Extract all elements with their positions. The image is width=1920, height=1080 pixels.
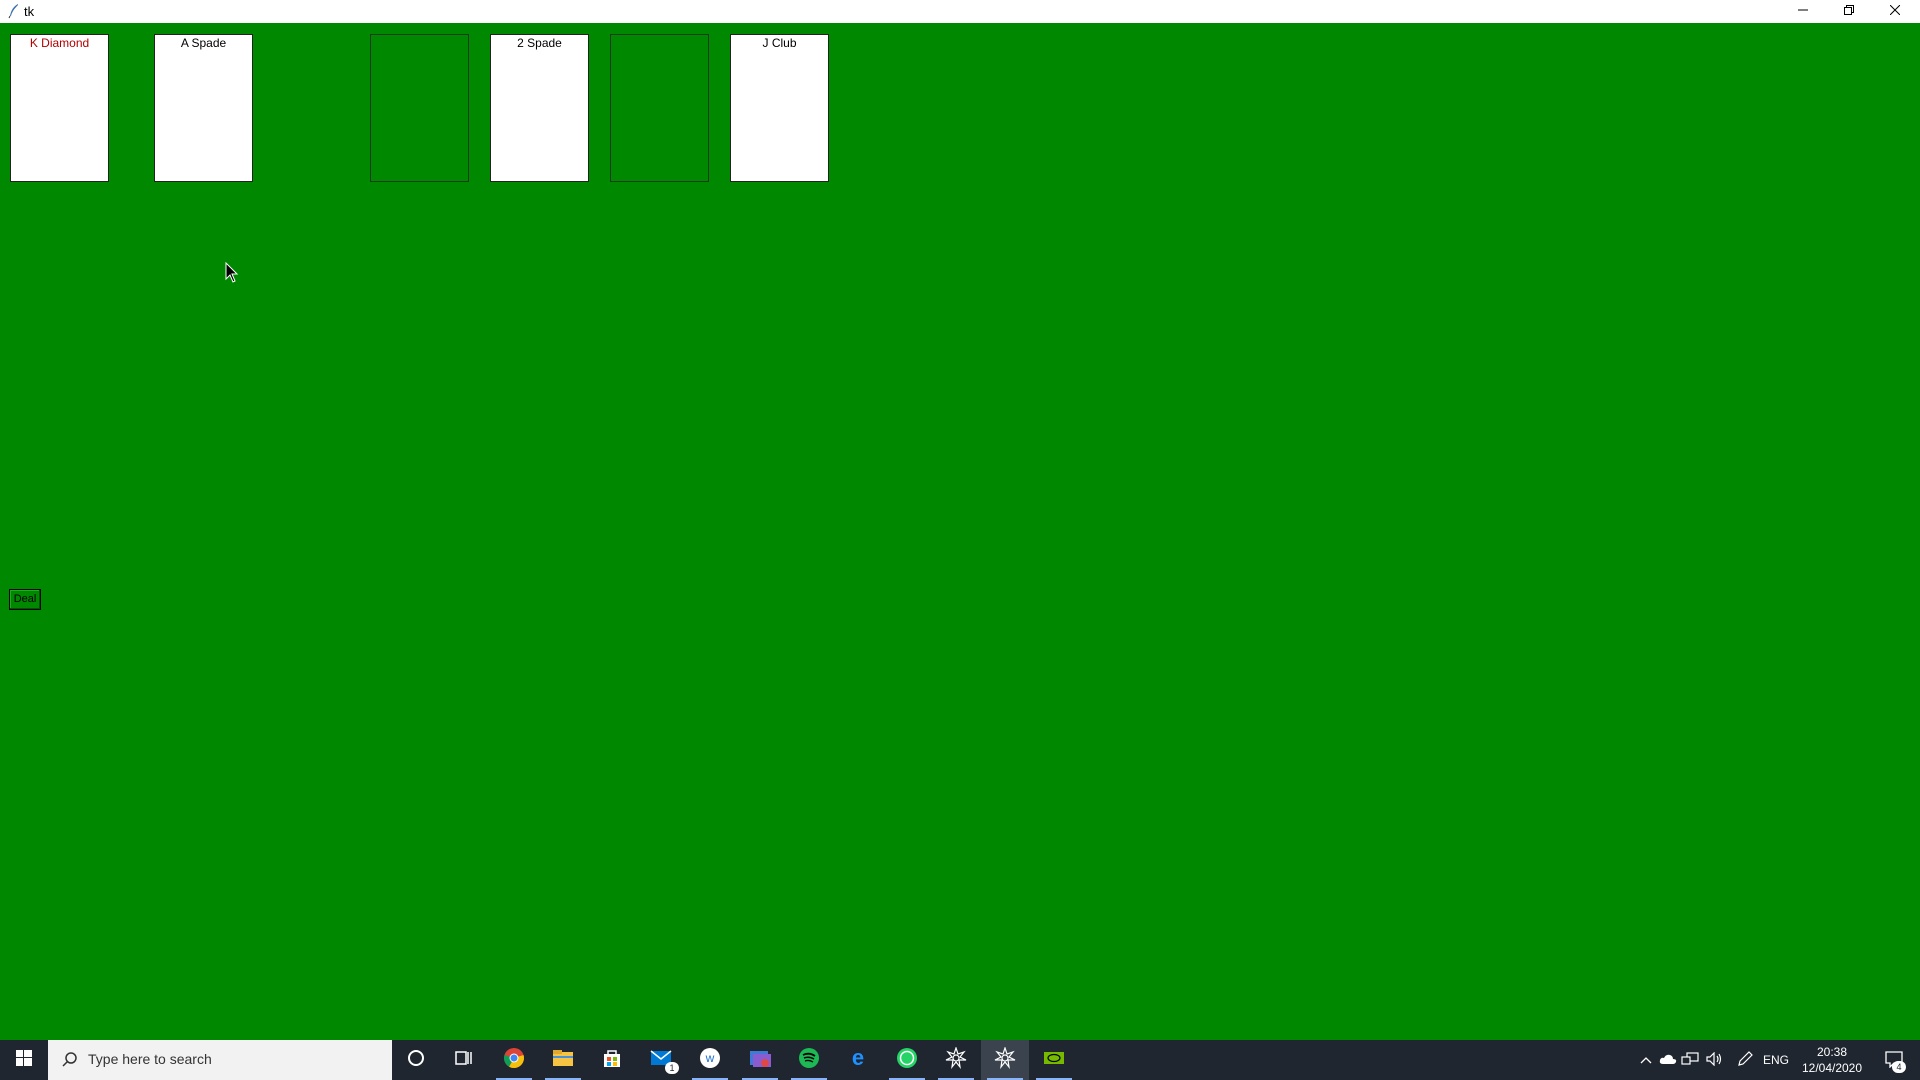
language-indicator[interactable]: ENG	[1758, 1040, 1794, 1080]
minimize-button[interactable]	[1780, 0, 1826, 22]
notification-count-badge: 4	[1892, 1061, 1906, 1073]
mail-badge: 1	[665, 1062, 679, 1074]
mouse-cursor-icon	[225, 261, 239, 284]
windows-logo-icon	[16, 1049, 32, 1071]
svg-text:e: e	[852, 1047, 864, 1069]
svg-text:w: w	[705, 1051, 715, 1065]
mail-button[interactable]: 1	[637, 1040, 685, 1080]
whatsapp-icon	[896, 1047, 918, 1074]
edge-button[interactable]: e	[834, 1040, 882, 1080]
app-w-icon: w	[699, 1047, 721, 1074]
title-bar[interactable]: tk	[0, 0, 1920, 24]
store-button[interactable]	[588, 1040, 636, 1080]
settings-gear-icon	[945, 1045, 967, 1074]
taskbar-search-box[interactable]: Type here to search	[48, 1040, 392, 1080]
cortana-icon	[407, 1049, 425, 1072]
chevron-up-icon	[1640, 1053, 1652, 1067]
photos-button[interactable]	[736, 1040, 784, 1080]
speaker-icon	[1706, 1051, 1724, 1069]
close-button[interactable]	[1872, 0, 1918, 22]
store-icon	[602, 1048, 622, 1073]
app-w-button[interactable]: w	[686, 1040, 734, 1080]
card-a-spade[interactable]: A Spade	[154, 34, 253, 182]
nvidia-button[interactable]	[1030, 1040, 1078, 1080]
show-hidden-icons-button[interactable]	[1636, 1040, 1656, 1080]
game-table: K Diamond A Spade 2 Spade J Club Deal	[0, 23, 1920, 1040]
app-window: tk K Diamond A Spade 2 Spade J Club Deal	[0, 0, 1920, 1040]
card-label: A Spade	[180, 36, 227, 50]
pen-tray-button[interactable]	[1734, 1040, 1756, 1080]
restore-icon	[1844, 2, 1854, 20]
card-2-spade[interactable]: 2 Spade	[490, 34, 589, 182]
taskbar: Type here to search 1 w e ENG 20:38 12/0…	[0, 1040, 1920, 1080]
action-center-button[interactable]: 4	[1874, 1040, 1914, 1080]
chrome-taskbar-button[interactable]	[490, 1040, 538, 1080]
card-label: K Diamond	[29, 36, 90, 50]
card-j-club[interactable]: J Club	[730, 34, 829, 182]
clock-date: 12/04/2020	[1801, 1061, 1863, 1075]
cloud-icon	[1659, 1053, 1677, 1068]
settings-gear-icon	[994, 1045, 1016, 1074]
pen-icon	[1737, 1050, 1753, 1070]
volume-tray-button[interactable]	[1704, 1040, 1726, 1080]
file-explorer-button[interactable]	[539, 1040, 587, 1080]
network-icon	[1681, 1051, 1699, 1069]
spotify-button[interactable]	[785, 1040, 833, 1080]
close-icon	[1889, 2, 1901, 20]
window-title: tk	[24, 4, 35, 19]
task-view-icon	[455, 1049, 473, 1072]
taskbar-clock[interactable]: 20:38 12/04/2020	[1796, 1044, 1868, 1076]
settings-button[interactable]	[932, 1040, 980, 1080]
search-icon	[62, 1052, 78, 1073]
start-button[interactable]	[0, 1040, 48, 1080]
card-label: J Club	[762, 36, 797, 50]
search-placeholder: Type here to search	[88, 1051, 212, 1067]
tk-app-taskbar-button[interactable]	[981, 1040, 1029, 1080]
clock-time: 20:38	[1816, 1045, 1848, 1059]
card-k-diamond[interactable]: K Diamond	[10, 34, 109, 182]
deal-button[interactable]: Deal	[9, 589, 41, 610]
chrome-icon	[503, 1047, 525, 1074]
spotify-icon	[798, 1047, 820, 1074]
file-explorer-icon	[552, 1048, 574, 1073]
empty-card-slot[interactable]	[370, 34, 469, 182]
network-tray-button[interactable]	[1680, 1040, 1700, 1080]
edge-icon: e	[847, 1045, 869, 1074]
language-label: ENG	[1762, 1053, 1789, 1067]
onedrive-tray-button[interactable]	[1658, 1040, 1678, 1080]
task-view-button[interactable]	[440, 1040, 488, 1080]
photos-icon	[749, 1048, 771, 1073]
minimize-icon	[1798, 2, 1808, 20]
empty-card-slot[interactable]	[610, 34, 709, 182]
card-label: 2 Spade	[517, 36, 562, 50]
tk-feather-icon	[6, 3, 22, 19]
cortana-button[interactable]	[392, 1040, 440, 1080]
nvidia-icon	[1043, 1050, 1065, 1071]
restore-button[interactable]	[1826, 0, 1872, 22]
whatsapp-button[interactable]	[883, 1040, 931, 1080]
